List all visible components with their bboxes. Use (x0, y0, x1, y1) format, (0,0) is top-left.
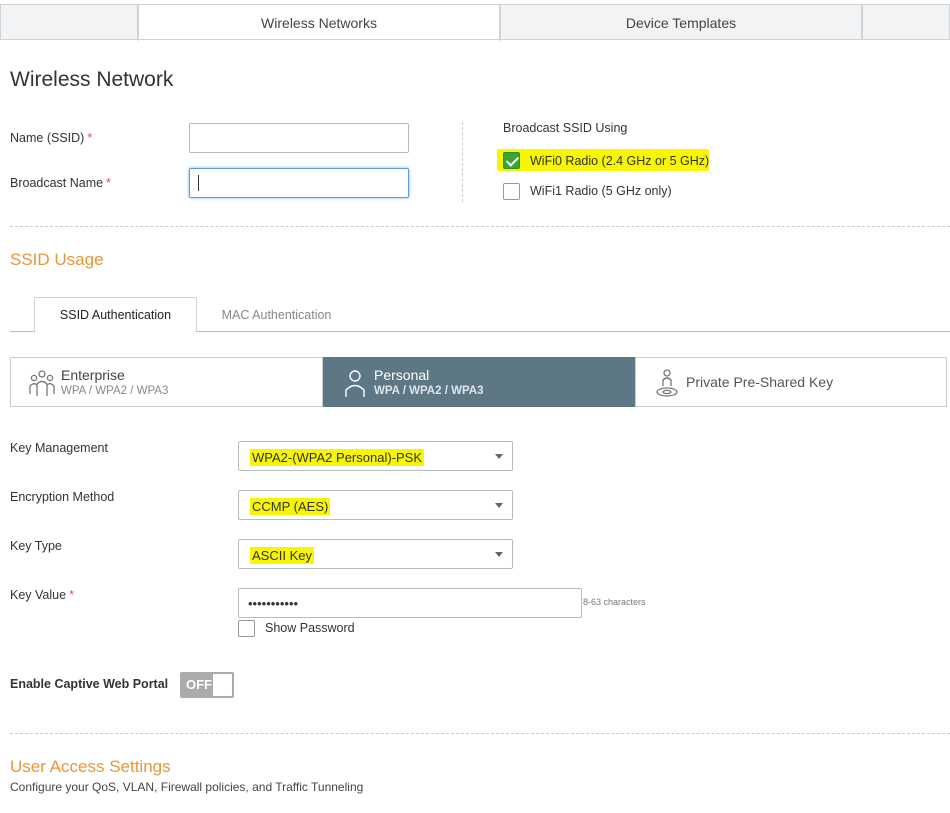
wifi1-label: WiFi1 Radio (5 GHz only) (530, 184, 672, 198)
tab-next[interactable] (862, 4, 950, 40)
text-cursor (198, 175, 199, 191)
captive-portal-toggle[interactable]: OFF (180, 672, 234, 698)
auth-personal[interactable]: Personal WPA / WPA2 / WPA3 (323, 357, 635, 407)
captive-portal-label: Enable Captive Web Portal (10, 677, 169, 691)
chevron-down-icon (495, 454, 503, 459)
show-password-label: Show Password (265, 621, 355, 635)
auth-personal-title: Personal (374, 367, 430, 383)
required-mark: * (87, 131, 93, 145)
encryption-method-value: CCMP (AES) (250, 498, 331, 515)
wifi0-checkbox[interactable] (503, 152, 520, 169)
name-ssid-label: Name (SSID) * (10, 131, 92, 145)
tab-bar-divider (0, 39, 950, 40)
key-management-value: WPA2-(WPA2 Personal)-PSK (250, 449, 425, 466)
key-type-label: Key Type (10, 539, 62, 553)
section-divider (10, 733, 950, 734)
user-icon (345, 370, 365, 397)
auth-ppsk[interactable]: Private Pre-Shared Key (635, 357, 947, 407)
tab-previous[interactable] (0, 4, 138, 40)
tab-mac-authentication[interactable]: MAC Authentication (200, 297, 353, 333)
auth-personal-sub: WPA / WPA2 / WPA3 (374, 385, 484, 397)
auth-enterprise-title: Enterprise (61, 367, 125, 383)
key-type-value: ASCII Key (250, 547, 314, 564)
user-access-description: Configure your QoS, VLAN, Firewall polic… (10, 780, 364, 794)
auth-enterprise-sub: WPA / WPA2 / WPA3 (61, 385, 169, 397)
ssid-usage-title: SSID Usage (10, 250, 104, 269)
key-value-masked: ••••••••••• (248, 596, 299, 611)
broadcast-ssid-title: Broadcast SSID Using (503, 121, 628, 135)
page-title: Wireless Network (10, 68, 174, 91)
show-password-checkbox[interactable] (238, 620, 255, 637)
key-management-label: Key Management (10, 441, 108, 455)
chevron-down-icon (495, 552, 503, 557)
auth-ppsk-title: Private Pre-Shared Key (686, 374, 834, 390)
toggle-state: OFF (186, 677, 212, 692)
wifi0-label: WiFi0 Radio (2.4 GHz or 5 GHz) (530, 154, 710, 168)
broadcast-name-label-text: Broadcast Name (10, 176, 104, 190)
key-management-select[interactable]: WPA2-(WPA2 Personal)-PSK (238, 441, 513, 471)
chevron-down-icon (495, 503, 503, 508)
wifi1-checkbox[interactable] (503, 183, 520, 200)
encryption-method-select[interactable]: CCMP (AES) (238, 490, 513, 520)
tab-wireless-networks[interactable]: Wireless Networks (138, 4, 500, 41)
key-value-input[interactable]: ••••••••••• (238, 588, 582, 618)
key-type-select[interactable]: ASCII Key (238, 539, 513, 569)
broadcast-name-label: Broadcast Name * (10, 176, 111, 190)
name-ssid-input[interactable] (189, 123, 409, 153)
required-mark: * (69, 588, 74, 602)
section-divider (10, 226, 950, 227)
encryption-method-label: Encryption Method (10, 490, 115, 504)
tab-ssid-authentication[interactable]: SSID Authentication (34, 297, 197, 333)
tab-device-templates[interactable]: Device Templates (500, 4, 862, 40)
users-icon (29, 370, 55, 396)
key-value-label-text: Key Value (10, 588, 67, 602)
key-length-hint: 8-63 characters (583, 597, 646, 607)
column-divider (462, 122, 463, 202)
broadcast-name-input[interactable] (189, 168, 409, 198)
top-tab-bar: Wireless Networks Device Templates (0, 4, 950, 41)
required-mark: * (106, 176, 111, 190)
toggle-knob (213, 674, 232, 696)
auth-enterprise[interactable]: Enterprise WPA / WPA2 / WPA3 (10, 357, 323, 407)
private-user-icon (656, 369, 678, 397)
name-ssid-label-text: Name (SSID) (10, 131, 85, 145)
key-value-label: Key Value * (10, 588, 74, 602)
user-access-title: User Access Settings (10, 757, 171, 776)
